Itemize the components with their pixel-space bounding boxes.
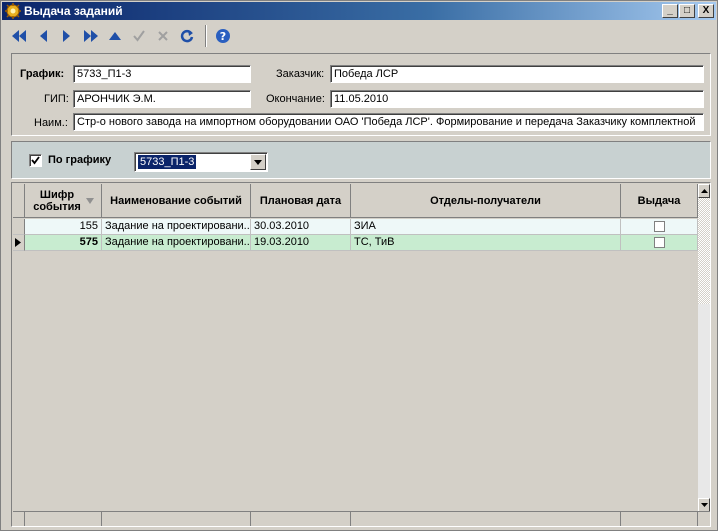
column-header-departments[interactable]: Отделы-получатели [351, 184, 621, 218]
customer-field[interactable]: Победа ЛСР [330, 65, 704, 83]
row-issued-cell[interactable] [621, 235, 698, 251]
events-grid: Шифр события Наименование событий Планов… [11, 182, 711, 527]
column-header-code[interactable]: Шифр события [25, 184, 102, 218]
schedule-field[interactable]: 5733_П1-3 [73, 65, 251, 83]
column-header-name[interactable]: Наименование событий [102, 184, 251, 218]
table-row[interactable]: 575 Задание на проектировани... 19.03.20… [13, 235, 698, 251]
scroll-thumb[interactable] [698, 198, 710, 304]
scroll-up-button[interactable] [698, 184, 710, 198]
last-record-button[interactable] [81, 26, 101, 46]
table-row[interactable]: 155 Задание на проектировани... 30.03.20… [13, 219, 698, 235]
chevron-down-icon [254, 159, 262, 165]
end-date-field[interactable]: 11.05.2010 [330, 90, 704, 108]
post-record-button[interactable] [129, 26, 149, 46]
minimize-button[interactable]: _ [662, 4, 678, 18]
row-departments[interactable]: ЗИА [351, 219, 621, 235]
first-record-button[interactable] [9, 26, 29, 46]
check-icon [133, 30, 145, 42]
row-indicator [13, 235, 25, 251]
by-schedule-label: По графику [48, 154, 112, 166]
cancel-record-button[interactable] [153, 26, 173, 46]
checkmark-icon [31, 156, 40, 165]
filter-bar: По графику 5733_П1-3 [11, 141, 711, 179]
schedule-combobox[interactable]: 5733_П1-3 [134, 152, 268, 172]
current-row-arrow-icon [15, 238, 21, 247]
refresh-button[interactable] [177, 26, 197, 46]
gear-icon [5, 3, 21, 19]
schedule-info-panel: График: 5733_П1-3 Заказчик: Победа ЛСР Г… [11, 53, 711, 136]
close-button[interactable]: X [698, 4, 714, 18]
main-window: Выдача заданий _ □ X ? График: 5733_П1-3… [0, 0, 718, 531]
first-icon [12, 30, 26, 42]
prior-record-button[interactable] [33, 26, 53, 46]
footer-cell [25, 512, 102, 526]
help-icon: ? [216, 29, 230, 43]
column-header-date[interactable]: Плановая дата [251, 184, 351, 218]
column-header-issued[interactable]: Выдача [621, 184, 698, 218]
scroll-down-button[interactable] [698, 498, 710, 512]
combo-selected-value: 5733_П1-3 [138, 155, 197, 169]
row-planned-date[interactable]: 30.03.2010 [251, 219, 351, 235]
end-date-label: Окончание: [266, 93, 325, 105]
vertical-scrollbar[interactable] [698, 184, 710, 512]
name-field[interactable]: Стр-о нового завода на импортном оборудо… [73, 113, 704, 131]
gip-field[interactable]: АРОНЧИК Э.М. [73, 90, 251, 108]
prior-icon [40, 30, 47, 42]
maximize-button[interactable]: □ [679, 4, 695, 18]
svg-text:?: ? [220, 30, 226, 43]
scroll-up-icon [700, 189, 708, 193]
row-issued-cell[interactable] [621, 219, 698, 235]
sort-down-icon [86, 197, 94, 204]
customer-label: Заказчик: [276, 68, 325, 80]
footer-cell [251, 512, 351, 526]
schedule-label: График: [20, 68, 65, 80]
toolbar-separator [205, 25, 207, 47]
gip-label: ГИП: [44, 93, 69, 105]
refresh-icon [180, 29, 194, 43]
footer-cell [621, 512, 698, 526]
row-code[interactable]: 155 [25, 219, 102, 235]
window-title: Выдача заданий [24, 4, 123, 18]
combo-dropdown-button[interactable] [250, 154, 266, 170]
grid-footer [13, 511, 710, 526]
footer-cell [102, 512, 251, 526]
next-icon [63, 30, 70, 42]
next-record-button[interactable] [57, 26, 77, 46]
column-header-code-label: Шифр события [33, 188, 81, 213]
navigator-toolbar: ? [5, 23, 715, 49]
row-issued-checkbox[interactable] [654, 221, 665, 232]
edit-record-button[interactable] [105, 26, 125, 46]
help-button[interactable]: ? [213, 26, 233, 46]
footer-cell [13, 512, 25, 526]
indicator-header [13, 184, 25, 218]
scroll-down-icon [700, 503, 708, 507]
row-planned-date[interactable]: 19.03.2010 [251, 235, 351, 251]
last-icon [84, 30, 98, 42]
row-event-name[interactable]: Задание на проектировани... [102, 235, 251, 251]
cross-icon [158, 31, 168, 41]
by-schedule-checkbox[interactable] [29, 154, 42, 167]
title-bar[interactable]: Выдача заданий _ □ X [2, 2, 716, 20]
row-issued-checkbox[interactable] [654, 237, 665, 248]
row-departments[interactable]: ТС, ТиВ [351, 235, 621, 251]
row-event-name[interactable]: Задание на проектировани... [102, 219, 251, 235]
footer-cell [351, 512, 621, 526]
row-code[interactable]: 575 [25, 235, 102, 251]
row-indicator [13, 219, 25, 235]
name-label: Наим.: [34, 117, 68, 129]
up-triangle-icon [109, 32, 121, 40]
